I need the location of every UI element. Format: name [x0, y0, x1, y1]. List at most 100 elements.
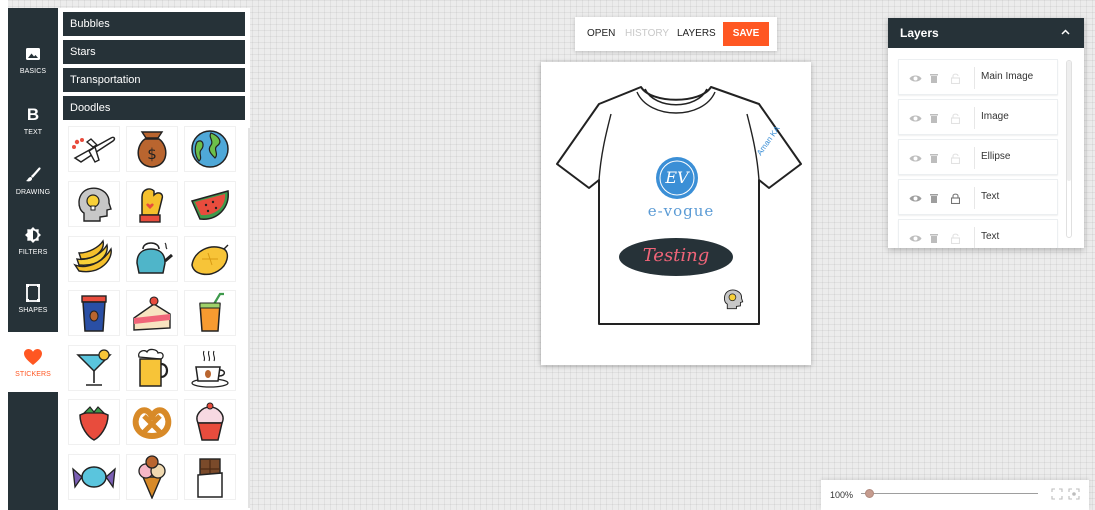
history-button[interactable]: HISTORY: [625, 17, 669, 51]
airplane-sticker[interactable]: [68, 126, 120, 172]
category-transportation[interactable]: Transportation: [63, 68, 245, 92]
layers-header[interactable]: Layers: [888, 18, 1084, 48]
eye-icon[interactable]: [909, 192, 922, 204]
juice-sticker[interactable]: [184, 290, 236, 336]
sticker-panel: Bubbles Stars Transportation Doodles $: [58, 8, 250, 510]
nav-label: SHAPES: [18, 307, 48, 314]
trash-icon[interactable]: [930, 152, 938, 164]
chocolate-sticker[interactable]: [184, 454, 236, 500]
brand-text[interactable]: e-vogue: [636, 202, 726, 220]
ellipse-text: Testing: [642, 245, 710, 266]
open-button[interactable]: OPEN: [587, 17, 615, 51]
money-bag-sticker[interactable]: $: [126, 126, 178, 172]
layer-row[interactable]: Text: [898, 179, 1058, 215]
layer-name: Text: [981, 231, 1000, 242]
center-focus-icon[interactable]: [1068, 487, 1080, 505]
lock-open-icon[interactable]: [951, 72, 960, 84]
layers-panel: Layers Main Image Image Ellipse Text Tex…: [888, 18, 1084, 248]
category-doodles[interactable]: Doodles: [63, 96, 245, 120]
category-bubbles[interactable]: Bubbles: [63, 12, 245, 36]
eye-icon[interactable]: [909, 72, 922, 84]
lock-open-icon[interactable]: [951, 232, 960, 244]
top-toolbar: OPEN HISTORY LAYERS SAVE: [575, 17, 777, 51]
layer-name: Image: [981, 111, 1009, 122]
lock-open-icon[interactable]: [951, 152, 960, 164]
bananas-sticker[interactable]: [68, 236, 120, 282]
ice-cream-sticker[interactable]: [126, 454, 178, 500]
watermelon-sticker[interactable]: [184, 181, 236, 227]
text-b-icon: B: [26, 105, 40, 124]
trash-icon[interactable]: [930, 232, 938, 244]
nav-item-shapes[interactable]: SHAPES: [8, 270, 58, 326]
layer-separator: [974, 147, 975, 169]
logo-text: EV: [665, 168, 689, 187]
cake-sticker[interactable]: [126, 290, 178, 336]
layer-name: Text: [981, 191, 1000, 202]
save-button[interactable]: SAVE: [723, 22, 769, 46]
left-gutter: [0, 0, 8, 510]
oven-mitt-sticker[interactable]: [126, 181, 178, 227]
lemon-sticker[interactable]: [184, 236, 236, 282]
eye-icon[interactable]: [909, 152, 922, 164]
layer-separator: [974, 187, 975, 209]
heart-icon: [23, 346, 43, 368]
nav-item-filters[interactable]: FILTERS: [8, 212, 58, 268]
design-canvas[interactable]: EV e-vogue Aman KA Testing: [541, 62, 811, 365]
chevron-up-icon[interactable]: [1061, 18, 1070, 48]
trash-icon[interactable]: [930, 112, 938, 124]
coffee-cup-sticker[interactable]: [68, 290, 120, 336]
layer-row[interactable]: Main Image: [898, 59, 1058, 95]
pretzel-sticker[interactable]: [126, 399, 178, 445]
zoom-slider-track[interactable]: [861, 493, 1038, 494]
nav-label: TEXT: [23, 129, 43, 136]
zoom-level: 100%: [830, 490, 854, 500]
nav-label: DRAWING: [15, 189, 51, 196]
layer-row[interactable]: Text: [898, 219, 1058, 248]
cupcake-sticker[interactable]: [184, 399, 236, 445]
eye-icon[interactable]: [909, 112, 922, 124]
cocktail-sticker[interactable]: [68, 345, 120, 391]
nav-label: FILTERS: [18, 249, 48, 256]
layers-title: Layers: [900, 26, 939, 40]
nav-sidebar: BASICS B TEXT DRAWING FILTERS SHAPES STI…: [8, 8, 58, 510]
trash-icon[interactable]: [930, 192, 938, 204]
image-icon: [25, 43, 41, 65]
shape-icon: [26, 282, 40, 304]
category-stars[interactable]: Stars: [63, 40, 245, 64]
trash-icon[interactable]: [930, 72, 938, 84]
beer-sticker[interactable]: [126, 345, 178, 391]
nav-item-drawing[interactable]: DRAWING: [8, 152, 58, 208]
testing-ellipse[interactable]: Testing: [619, 238, 733, 276]
layer-separator: [974, 107, 975, 129]
nav-item-basics[interactable]: BASICS: [8, 31, 58, 87]
kettle-sticker[interactable]: [126, 236, 178, 282]
layer-name: Main Image: [981, 71, 1034, 82]
layer-name: Ellipse: [981, 151, 1011, 162]
brand-logo-badge[interactable]: EV: [654, 156, 700, 200]
panel-scrollbar[interactable]: [248, 128, 250, 508]
filter-icon: [24, 224, 42, 246]
layer-separator: [974, 227, 975, 248]
eye-icon[interactable]: [909, 232, 922, 244]
strawberry-sticker[interactable]: [68, 399, 120, 445]
idea-head-sticker[interactable]: [68, 181, 120, 227]
layer-row[interactable]: Image: [898, 99, 1058, 135]
globe-sticker[interactable]: [184, 126, 236, 172]
nav-label: BASICS: [19, 68, 47, 75]
lock-icon[interactable]: [951, 192, 960, 204]
layer-separator: [974, 67, 975, 89]
layer-row[interactable]: Ellipse: [898, 139, 1058, 175]
nav-item-text[interactable]: B TEXT: [8, 92, 58, 148]
coffee-sticker[interactable]: [184, 345, 236, 391]
pointer-triangle: [903, 495, 955, 510]
layers-button[interactable]: LAYERS: [677, 17, 716, 51]
fit-screen-icon[interactable]: [1051, 487, 1063, 505]
layers-scrollbar[interactable]: [1066, 60, 1072, 238]
nav-item-stickers[interactable]: STICKERS: [8, 332, 58, 392]
idea-head-image[interactable]: [721, 287, 745, 311]
lock-open-icon[interactable]: [951, 112, 960, 124]
layers-scroll-thumb[interactable]: [1067, 61, 1071, 181]
nav-label: STICKERS: [15, 371, 51, 378]
zoom-slider-handle[interactable]: [865, 489, 874, 498]
candy-sticker[interactable]: [68, 454, 120, 500]
